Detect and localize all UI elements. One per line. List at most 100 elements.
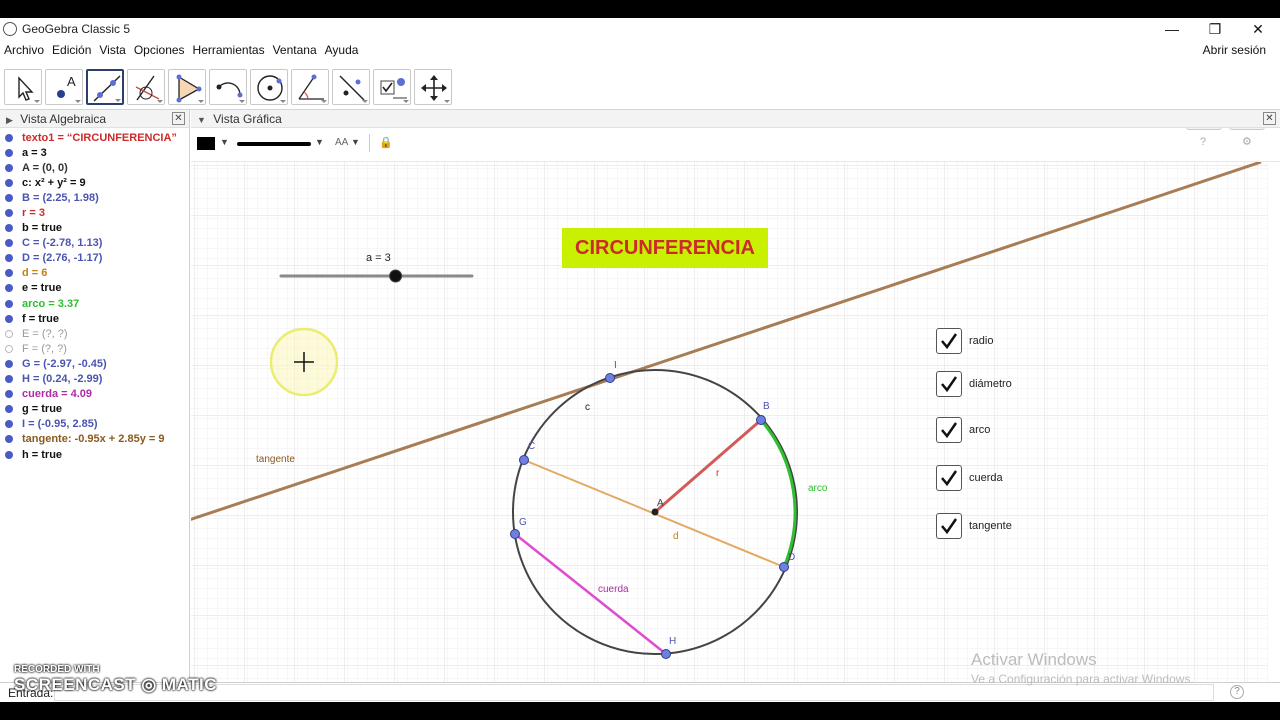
visibility-toggle-icon[interactable] bbox=[5, 420, 13, 429]
visibility-toggle-icon[interactable] bbox=[5, 269, 13, 278]
checkbox-label[interactable]: cuerda bbox=[969, 472, 1003, 484]
line-style-dropdown-arrow-icon[interactable]: ▼ bbox=[315, 137, 324, 147]
algebra-item[interactable]: e = true bbox=[0, 281, 189, 296]
point-H[interactable] bbox=[661, 649, 671, 659]
move-view-tool-button[interactable] bbox=[414, 69, 452, 105]
algebra-item[interactable]: B = (2.25, 1.98) bbox=[0, 190, 189, 205]
visibility-toggle-icon[interactable] bbox=[5, 299, 13, 308]
visibility-toggle-icon[interactable] bbox=[5, 359, 13, 368]
algebra-item[interactable]: H = (0.24, -2.99) bbox=[0, 372, 189, 387]
visibility-toggle-icon[interactable] bbox=[5, 284, 13, 293]
algebra-item[interactable]: D = (2.76, -1.17) bbox=[0, 251, 189, 266]
color-dropdown-arrow-icon[interactable]: ▼ bbox=[220, 137, 229, 147]
checkbox-label[interactable]: arco bbox=[969, 424, 990, 436]
text-object-circunferencia[interactable]: CIRCUNFERENCIA bbox=[562, 228, 768, 268]
sign-in-link[interactable]: Abrir sesión bbox=[1203, 43, 1266, 57]
algebra-item[interactable]: A = (0, 0) bbox=[0, 160, 189, 175]
point-I[interactable] bbox=[605, 373, 615, 383]
slider-tool-button[interactable] bbox=[373, 69, 411, 105]
algebra-item[interactable]: tangente: -0.95x + 2.85y = 9 bbox=[0, 432, 189, 447]
point-tool-button[interactable]: A bbox=[45, 69, 83, 105]
checkbox-tangente[interactable] bbox=[936, 513, 962, 539]
font-size-dropdown-arrow-icon[interactable]: ▼ bbox=[351, 137, 360, 147]
algebra-item[interactable]: F = (?, ?) bbox=[0, 341, 189, 356]
move-tool-button[interactable] bbox=[4, 69, 42, 105]
algebra-item[interactable]: G = (-2.97, -0.45) bbox=[0, 356, 189, 371]
line-tool-button[interactable] bbox=[86, 69, 124, 105]
menu-vista[interactable]: Vista bbox=[99, 43, 125, 57]
slider-knob[interactable] bbox=[389, 269, 403, 283]
checkbox-diametro[interactable] bbox=[936, 371, 962, 397]
algebra-item[interactable]: g = true bbox=[0, 402, 189, 417]
color-swatch[interactable] bbox=[197, 137, 215, 150]
algebra-item[interactable]: c: x² + y² = 9 bbox=[0, 175, 189, 190]
close-algebra-view-button[interactable]: ✕ bbox=[172, 112, 185, 125]
visibility-toggle-icon[interactable] bbox=[5, 435, 13, 444]
minimize-button[interactable]: — bbox=[1152, 18, 1192, 40]
algebra-item[interactable]: h = true bbox=[0, 447, 189, 462]
polygon-tool-button[interactable] bbox=[168, 69, 206, 105]
algebra-item[interactable]: r = 3 bbox=[0, 205, 189, 220]
checkbox-arco[interactable] bbox=[936, 417, 962, 443]
visibility-toggle-icon[interactable] bbox=[5, 209, 13, 218]
checkbox-label[interactable]: tangente bbox=[969, 520, 1012, 532]
maximize-button[interactable]: ❐ bbox=[1195, 18, 1235, 40]
algebra-item[interactable]: a = 3 bbox=[0, 145, 189, 160]
point-C[interactable] bbox=[519, 455, 529, 465]
point-G[interactable] bbox=[510, 529, 520, 539]
close-button[interactable]: ✕ bbox=[1238, 18, 1278, 40]
visibility-toggle-icon[interactable] bbox=[5, 133, 13, 142]
point-A[interactable] bbox=[651, 508, 659, 516]
font-size-button[interactable]: AA bbox=[335, 137, 348, 148]
visibility-toggle-icon[interactable] bbox=[5, 405, 13, 414]
lock-icon[interactable]: 🔒 bbox=[379, 136, 393, 149]
algebra-item[interactable]: f = true bbox=[0, 311, 189, 326]
collapse-arrow-icon[interactable]: ▼ bbox=[197, 111, 206, 129]
input-field[interactable] bbox=[54, 684, 1214, 701]
input-help-icon[interactable]: ? bbox=[1230, 685, 1244, 699]
menu-ayuda[interactable]: Ayuda bbox=[325, 43, 359, 57]
visibility-toggle-icon[interactable] bbox=[5, 375, 13, 384]
visibility-toggle-icon[interactable] bbox=[5, 390, 13, 399]
drawing-canvas[interactable]: a = 3 c A B C D G H I r d arco cuerda ta… bbox=[191, 162, 1268, 688]
visibility-toggle-icon[interactable] bbox=[5, 224, 13, 233]
algebra-item[interactable]: texto1 = “CIRCUNFERENCIA” bbox=[0, 130, 189, 145]
algebra-item[interactable]: b = true bbox=[0, 221, 189, 236]
visibility-toggle-icon[interactable] bbox=[5, 239, 13, 248]
visibility-toggle-icon[interactable] bbox=[5, 193, 13, 202]
point-B[interactable] bbox=[756, 415, 766, 425]
checkbox-label[interactable]: radio bbox=[969, 335, 993, 347]
circle-arc-tool-button[interactable] bbox=[209, 69, 247, 105]
close-graphics-view-button[interactable]: ✕ bbox=[1263, 112, 1276, 125]
menu-archivo[interactable]: Archivo bbox=[4, 43, 44, 57]
reflect-tool-button[interactable] bbox=[332, 69, 370, 105]
checkbox-radio[interactable] bbox=[936, 328, 962, 354]
angle-tool-button[interactable] bbox=[291, 69, 329, 105]
visibility-toggle-icon[interactable] bbox=[5, 148, 13, 157]
visibility-toggle-icon[interactable] bbox=[5, 329, 13, 338]
checkbox-cuerda[interactable] bbox=[936, 465, 962, 491]
menu-edicion[interactable]: Edición bbox=[52, 43, 91, 57]
algebra-item[interactable]: arco = 3.37 bbox=[0, 296, 189, 311]
watermark-line-2: SCREENCAST ◎ MATIC bbox=[14, 675, 217, 694]
collapse-arrow-icon[interactable]: ▶ bbox=[6, 111, 13, 129]
visibility-toggle-icon[interactable] bbox=[5, 344, 13, 353]
menu-herramientas[interactable]: Herramientas bbox=[193, 43, 265, 57]
algebra-item[interactable]: C = (-2.78, 1.13) bbox=[0, 236, 189, 251]
menu-ventana[interactable]: Ventana bbox=[273, 43, 317, 57]
algebra-item[interactable]: d = 6 bbox=[0, 266, 189, 281]
point-D[interactable] bbox=[779, 562, 789, 572]
visibility-toggle-icon[interactable] bbox=[5, 178, 13, 187]
menu-opciones[interactable]: Opciones bbox=[134, 43, 185, 57]
checkbox-label[interactable]: diámetro bbox=[969, 378, 1012, 390]
visibility-toggle-icon[interactable] bbox=[5, 314, 13, 323]
visibility-toggle-icon[interactable] bbox=[5, 163, 13, 172]
algebra-item[interactable]: cuerda = 4.09 bbox=[0, 387, 189, 402]
algebra-item[interactable]: I = (-0.95, 2.85) bbox=[0, 417, 189, 432]
visibility-toggle-icon[interactable] bbox=[5, 254, 13, 263]
circle-tool-button[interactable] bbox=[250, 69, 288, 105]
line-style-sample[interactable] bbox=[237, 142, 311, 146]
visibility-toggle-icon[interactable] bbox=[5, 450, 13, 459]
algebra-item[interactable]: E = (?, ?) bbox=[0, 326, 189, 341]
perpendicular-tool-button[interactable] bbox=[127, 69, 165, 105]
